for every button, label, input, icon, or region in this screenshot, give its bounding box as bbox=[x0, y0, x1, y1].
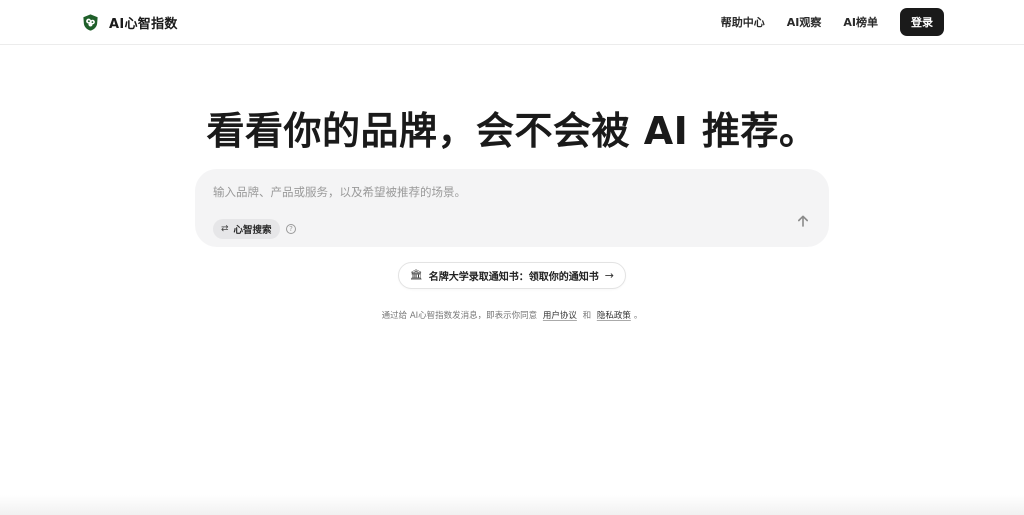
mode-chip-label: 心智搜索 bbox=[233, 225, 272, 236]
promo-text: 名牌大学录取通知书：领取你的通知书 bbox=[428, 272, 599, 283]
nav-help-center[interactable]: 帮助中心 bbox=[721, 14, 765, 30]
login-button[interactable]: 登录 bbox=[900, 8, 944, 36]
nav-ai-ranking[interactable]: AI榜单 bbox=[843, 14, 878, 30]
brand-logo-icon bbox=[83, 13, 98, 31]
brand-name: AI心智指数 bbox=[109, 16, 178, 32]
privacy-policy-link[interactable]: 隐私政策 bbox=[597, 311, 631, 321]
terms-suffix: 。 bbox=[633, 311, 643, 321]
mode-chip-mind-search[interactable]: ⇄ 心智搜索 bbox=[213, 219, 280, 239]
brand[interactable]: AI心智指数 bbox=[81, 12, 178, 32]
arrow-up-icon bbox=[798, 215, 808, 227]
university-building-icon: 🏛 bbox=[410, 269, 423, 281]
search-composer: ⇄ 心智搜索 ? bbox=[195, 169, 829, 247]
swap-icon: ⇄ bbox=[221, 223, 229, 234]
page: AI心智指数 帮助中心 AI观察 AI榜单 登录 看看你的品牌，会不会被 AI … bbox=[0, 0, 1024, 515]
nav-ai-observation[interactable]: AI观察 bbox=[787, 14, 822, 30]
promo-pill-admission-letter[interactable]: 🏛 名牌大学录取通知书：领取你的通知书 → bbox=[398, 262, 626, 289]
bottom-fade bbox=[0, 495, 1024, 515]
top-header: AI心智指数 帮助中心 AI观察 AI榜单 登录 bbox=[0, 0, 1024, 45]
terms-prefix: 通过给 AI心智指数发消息，即表示你同意 bbox=[381, 311, 538, 321]
search-input[interactable] bbox=[213, 183, 773, 201]
question-icon[interactable]: ? bbox=[286, 224, 296, 234]
hero-title: 看看你的品牌，会不会被 AI 推荐。 bbox=[206, 109, 818, 153]
user-agreement-link[interactable]: 用户协议 bbox=[543, 311, 577, 321]
top-nav: 帮助中心 AI观察 AI榜单 登录 bbox=[721, 8, 944, 36]
send-button[interactable] bbox=[793, 211, 813, 231]
terms-notice: 通过给 AI心智指数发消息，即表示你同意 用户协议 和 隐私政策。 bbox=[0, 309, 1024, 321]
arrow-right-icon: → bbox=[604, 269, 614, 282]
terms-and: 和 bbox=[582, 311, 592, 321]
